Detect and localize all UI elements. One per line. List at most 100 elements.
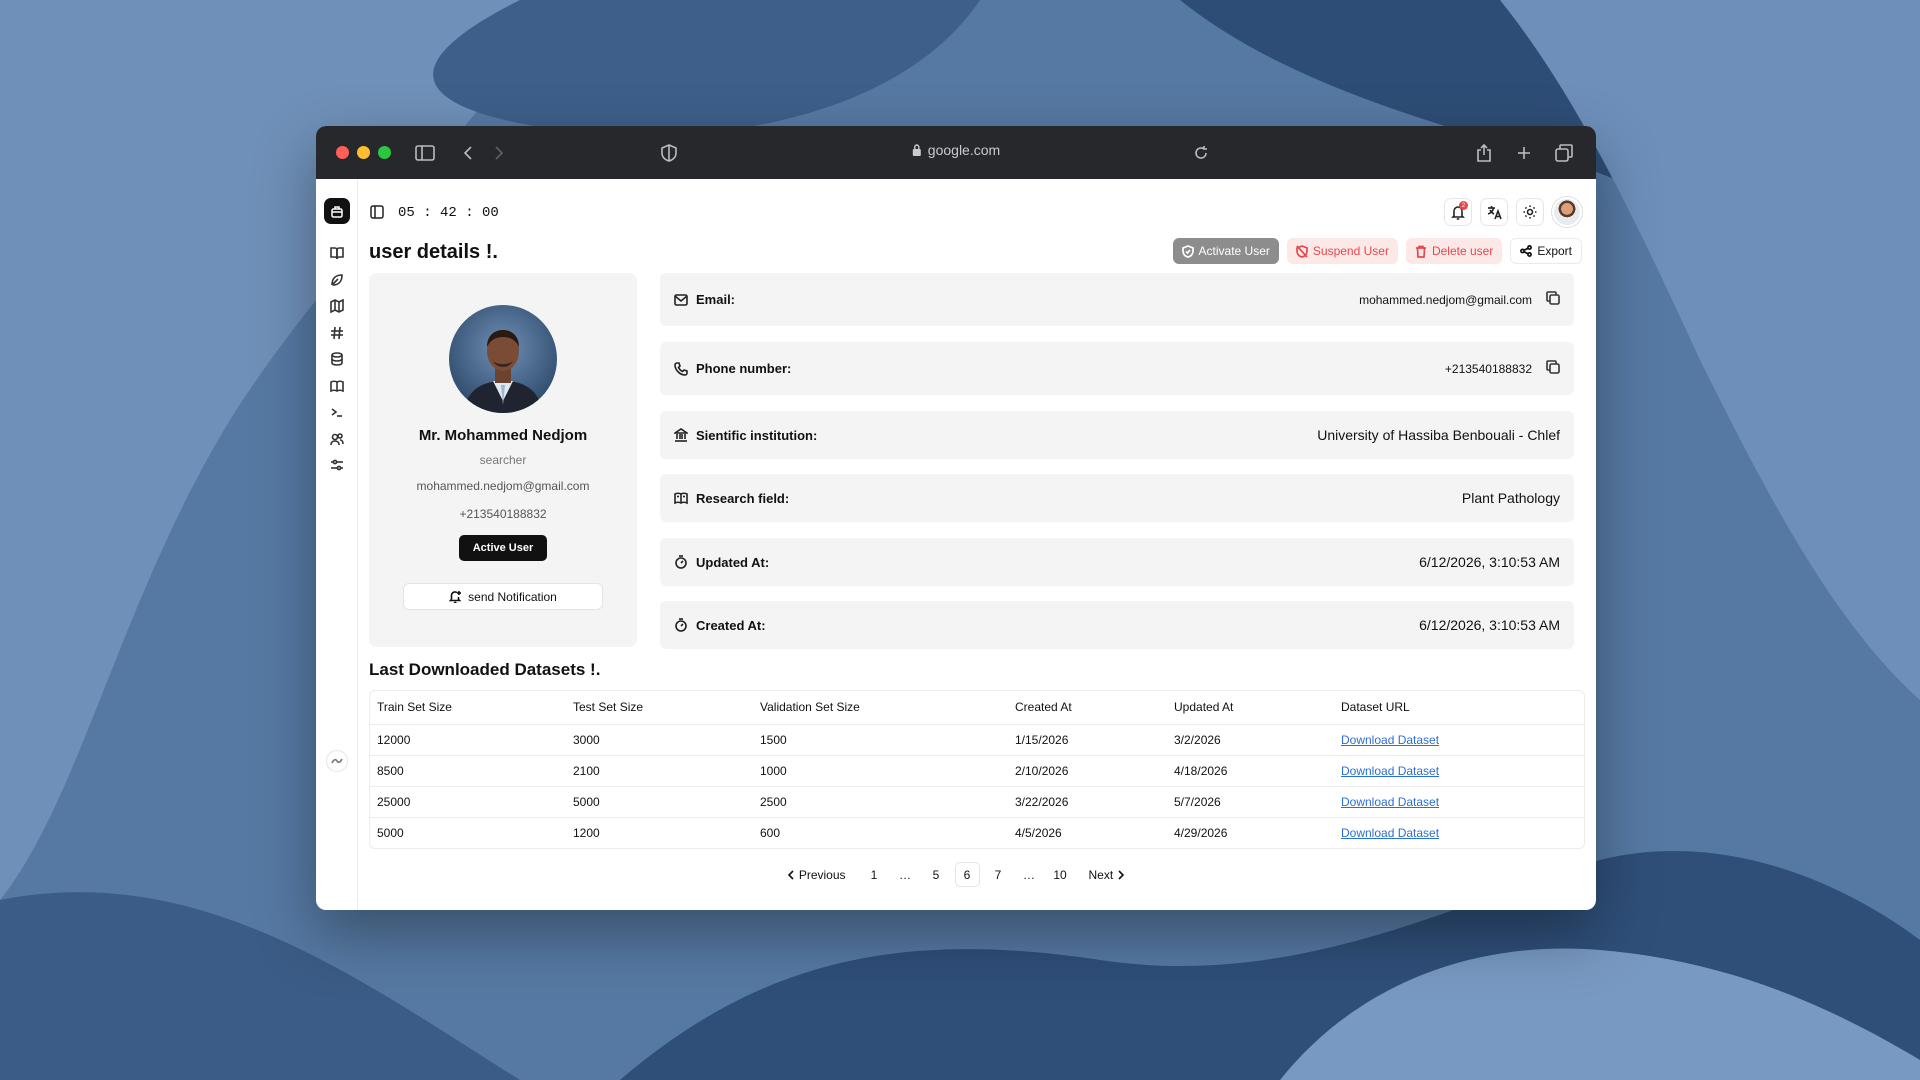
delete-user-button[interactable]: Delete user bbox=[1405, 238, 1503, 264]
institution-icon bbox=[674, 428, 688, 442]
column-header: Dataset URL bbox=[1334, 691, 1584, 725]
page-button-5[interactable]: 5 bbox=[924, 862, 949, 887]
next-page-button[interactable]: Next bbox=[1085, 862, 1130, 887]
page-button-7[interactable]: 7 bbox=[986, 862, 1011, 887]
export-button[interactable]: Export bbox=[1510, 238, 1582, 264]
forward-icon[interactable] bbox=[486, 140, 512, 166]
icon-rail bbox=[316, 179, 358, 910]
column-header: Train Set Size bbox=[370, 691, 566, 725]
database-icon[interactable] bbox=[328, 350, 346, 368]
table-row: 8500 2100 1000 2/10/2026 4/18/2026 Downl… bbox=[370, 755, 1584, 787]
column-header: Updated At bbox=[1167, 691, 1334, 725]
language-button[interactable] bbox=[1480, 198, 1508, 226]
shield-check-icon bbox=[1181, 244, 1194, 258]
column-header: Validation Set Size bbox=[753, 691, 1008, 725]
detail-row-created-at: Created At: 6/12/2026, 3:10:53 AM bbox=[660, 601, 1574, 649]
send-notification-button[interactable]: send Notification bbox=[403, 583, 603, 610]
shield-off-icon bbox=[1296, 244, 1308, 258]
shield-icon[interactable] bbox=[656, 140, 682, 166]
address-bar[interactable]: google.com bbox=[912, 142, 1000, 158]
active-user-badge[interactable]: Active User bbox=[458, 535, 548, 561]
page-ellipsis: … bbox=[1023, 867, 1035, 882]
window-controls bbox=[336, 146, 391, 159]
table-header-row: Train Set Size Test Set Size Validation … bbox=[370, 691, 1584, 725]
sidebar-toggle-icon[interactable] bbox=[370, 205, 384, 224]
browser-window: google.com 05: 42: 00 2 user details !… bbox=[316, 126, 1596, 910]
share-icon[interactable] bbox=[1471, 140, 1497, 166]
profile-email: mohammed.nedjom@gmail.com bbox=[416, 479, 590, 493]
detail-value-phone: +213540188832 bbox=[1444, 361, 1532, 376]
detail-value-created-at: 6/12/2026, 3:10:53 AM bbox=[1419, 617, 1560, 633]
collapse-icon[interactable] bbox=[326, 750, 348, 772]
download-dataset-link[interactable]: Download Dataset bbox=[1341, 826, 1439, 840]
detail-value-research-field: Plant Pathology bbox=[1461, 490, 1560, 506]
column-header: Created At bbox=[1008, 691, 1167, 725]
copy-icon[interactable] bbox=[1546, 360, 1560, 377]
detail-row-email: Email: mohammed.nedjom@gmail.com bbox=[660, 273, 1574, 326]
book-open-icon bbox=[674, 491, 688, 504]
app-logo-icon[interactable] bbox=[324, 198, 350, 224]
zoom-window-button[interactable] bbox=[378, 146, 391, 159]
page-button-6-current[interactable]: 6 bbox=[954, 862, 980, 887]
table-row: 25000 5000 2500 3/22/2026 5/7/2026 Downl… bbox=[370, 786, 1584, 818]
chevron-right-icon bbox=[1118, 869, 1125, 880]
map-icon[interactable] bbox=[328, 297, 346, 315]
app-topbar: 05 : 42 : 00 2 bbox=[370, 197, 1582, 227]
session-timer: 05 : 42 : 00 bbox=[398, 205, 499, 221]
column-header: Test Set Size bbox=[566, 691, 753, 725]
page-ellipsis: … bbox=[899, 867, 911, 882]
trash-icon bbox=[1415, 245, 1426, 258]
browser-titlebar: google.com bbox=[316, 126, 1596, 179]
book-icon[interactable] bbox=[328, 244, 346, 262]
chevron-left-icon bbox=[787, 869, 794, 880]
table-row: 12000 3000 1500 1/15/2026 3/2/2026 Downl… bbox=[370, 724, 1584, 756]
close-window-button[interactable] bbox=[336, 146, 349, 159]
bell-plus-icon bbox=[449, 591, 462, 603]
page-button-1[interactable]: 1 bbox=[862, 862, 887, 887]
terminal-icon[interactable] bbox=[328, 403, 346, 421]
user-avatar[interactable] bbox=[1552, 197, 1582, 227]
user-actions: Activate User Suspend User Delete user E… bbox=[1172, 238, 1582, 264]
sliders-icon[interactable] bbox=[328, 456, 346, 474]
detail-value-email: mohammed.nedjom@gmail.com bbox=[1359, 292, 1532, 307]
download-dataset-link[interactable]: Download Dataset bbox=[1341, 764, 1439, 778]
pagination: Previous 1 … 5 6 7 … 10 Next bbox=[316, 862, 1596, 887]
notification-count-badge: 2 bbox=[1459, 201, 1468, 210]
timer-icon bbox=[675, 555, 687, 569]
leaf-icon[interactable] bbox=[328, 271, 346, 289]
datasets-table: Train Set Size Test Set Size Validation … bbox=[369, 690, 1585, 849]
previous-page-button[interactable]: Previous bbox=[783, 862, 850, 887]
sidebar-toggle-icon[interactable] bbox=[412, 140, 438, 166]
download-dataset-link[interactable]: Download Dataset bbox=[1341, 733, 1439, 747]
share-nodes-icon bbox=[1520, 245, 1533, 257]
detail-row-institution: Sientific institution: University of Has… bbox=[660, 411, 1574, 459]
url-text: google.com bbox=[927, 142, 1001, 158]
suspend-user-button[interactable]: Suspend User bbox=[1286, 238, 1398, 264]
hash-icon[interactable] bbox=[328, 324, 346, 342]
notifications-button[interactable]: 2 bbox=[1444, 198, 1472, 226]
download-dataset-link[interactable]: Download Dataset bbox=[1341, 795, 1439, 809]
minimize-window-button[interactable] bbox=[357, 146, 370, 159]
lock-icon bbox=[912, 144, 921, 156]
new-tab-icon[interactable] bbox=[1511, 140, 1537, 166]
book-open-icon[interactable] bbox=[328, 377, 346, 395]
table-row: 5000 1200 600 4/5/2026 4/29/2026 Downloa… bbox=[377, 825, 1440, 840]
timer-icon bbox=[675, 618, 687, 632]
page-button-10[interactable]: 10 bbox=[1048, 862, 1073, 887]
tabs-overview-icon[interactable] bbox=[1551, 140, 1577, 166]
page-title: user details !. bbox=[369, 241, 498, 263]
reload-icon[interactable] bbox=[1188, 140, 1214, 166]
detail-row-research-field: Research field: Plant Pathology bbox=[660, 474, 1574, 522]
detail-value-institution: University of Hassiba Benbouali - Chlef bbox=[1317, 427, 1560, 443]
theme-toggle-button[interactable] bbox=[1516, 198, 1544, 226]
detail-value-updated-at: 6/12/2026, 3:10:53 AM bbox=[1419, 554, 1560, 570]
phone-icon bbox=[674, 361, 688, 376]
profile-phone: +213540188832 bbox=[459, 507, 547, 521]
topbar-actions: 2 bbox=[1444, 197, 1582, 227]
activate-user-button[interactable]: Activate User bbox=[1172, 238, 1279, 264]
profile-photo bbox=[449, 305, 557, 413]
copy-icon[interactable] bbox=[1546, 291, 1560, 308]
translate-icon bbox=[1487, 205, 1502, 219]
back-icon[interactable] bbox=[455, 140, 481, 166]
users-icon[interactable] bbox=[328, 430, 346, 448]
